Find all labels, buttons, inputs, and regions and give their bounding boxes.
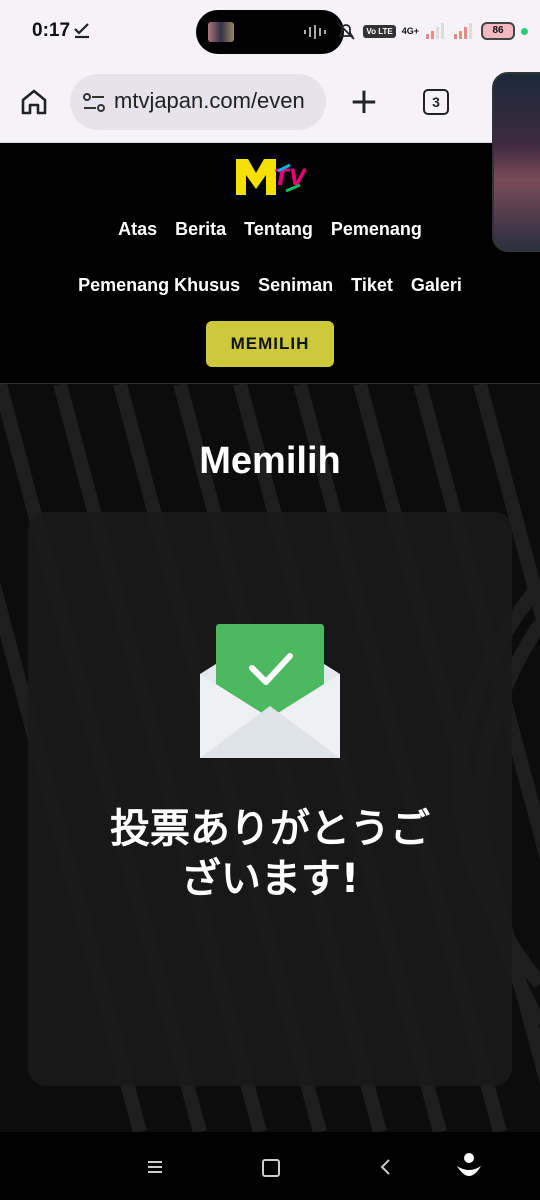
thank-you-line-1: 投票ありがとうご: [110, 806, 430, 852]
nav-row-primary: Atas Berita Tentang Pemenang: [0, 219, 540, 240]
volte-badge: Vo LTE: [363, 24, 396, 38]
url-text[interactable]: mtvjapan.com/even: [114, 88, 305, 114]
site-header: TV Atas Berita Tentang Pemenang Pemenang…: [0, 143, 540, 384]
status-icons: Vo LTE 4G+ 86: [335, 16, 528, 46]
download-done-icon: [74, 23, 89, 39]
picture-in-picture-video[interactable]: [492, 72, 540, 252]
nav-item-tiket[interactable]: Tiket: [351, 275, 393, 296]
battery-indicator: 86: [481, 22, 515, 40]
new-tab-button[interactable]: +: [346, 84, 382, 120]
home-nav-icon[interactable]: [262, 1159, 280, 1177]
nav-item-berita[interactable]: Berita: [175, 219, 226, 240]
audio-wave-icon: [304, 25, 326, 39]
thank-you-message: 投票ありがとうご ざいます!: [28, 804, 512, 904]
thank-you-line-2: ざいます!: [180, 856, 360, 902]
network-type: 4G+: [401, 26, 419, 36]
back-icon[interactable]: [378, 1158, 392, 1176]
nav-row-secondary: Pemenang Khusus Seniman Tiket Galeri: [0, 275, 540, 296]
signal-icon: [426, 23, 444, 39]
vote-section: Memilih 投票ありがとうご ざいます!: [0, 384, 540, 1132]
confirmation-card: 投票ありがとうご ざいます!: [28, 512, 512, 1086]
nav-item-pemenang[interactable]: Pemenang: [331, 219, 422, 240]
mtv-logo[interactable]: TV: [234, 155, 306, 199]
status-bar: 0:17 Vo LTE 4G+ 86: [0, 0, 540, 62]
status-time: 0:17: [32, 20, 71, 41]
assistant-icon[interactable]: [455, 1152, 483, 1182]
home-icon[interactable]: [18, 86, 50, 118]
envelope-check-icon: [200, 624, 340, 758]
nav-item-galeri[interactable]: Galeri: [411, 275, 462, 296]
nav-item-atas[interactable]: Atas: [118, 219, 157, 240]
site-settings-icon[interactable]: [82, 92, 106, 114]
signal-icon-2: [454, 23, 472, 39]
page-title: Memilih: [199, 440, 341, 482]
address-bar[interactable]: mtvjapan.com/even: [70, 74, 326, 130]
browser-toolbar: mtvjapan.com/even + 3: [0, 62, 540, 143]
dynamic-island[interactable]: [196, 10, 344, 54]
nav-item-pemenang-khusus[interactable]: Pemenang Khusus: [78, 275, 240, 296]
tab-switcher-button[interactable]: 3: [423, 89, 449, 115]
recent-apps-icon[interactable]: [146, 1160, 164, 1174]
nav-item-tentang[interactable]: Tentang: [244, 219, 313, 240]
system-navigation-bar: [0, 1132, 540, 1200]
vote-button[interactable]: MEMILIH: [206, 321, 334, 367]
nav-item-seniman[interactable]: Seniman: [258, 275, 333, 296]
media-thumbnail: [208, 22, 234, 42]
mute-bell-icon: [337, 22, 355, 40]
privacy-dot: [521, 27, 528, 35]
